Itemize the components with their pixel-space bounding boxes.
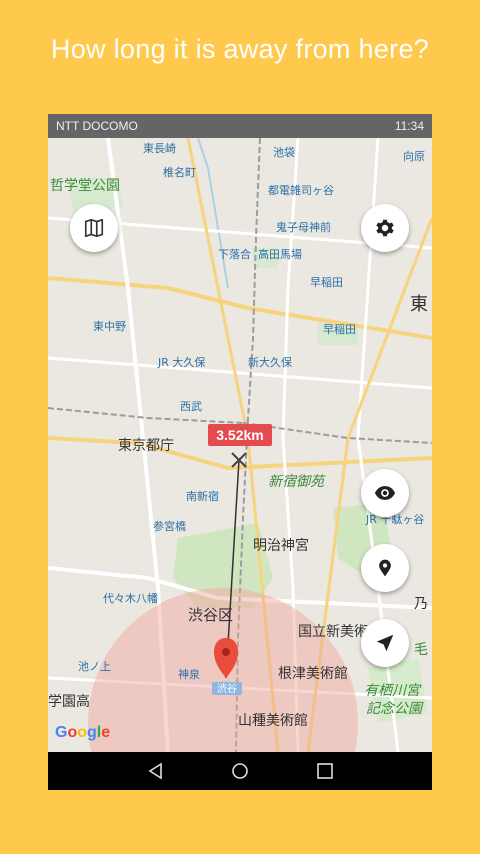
label-mukohara: 向原 [403, 149, 425, 163]
label-higashinakano: 東中野 [93, 320, 126, 333]
label-ikebukuro: 池袋 [273, 145, 295, 159]
label-tetsugakudo: 哲学堂公園 [50, 178, 120, 194]
map-button[interactable] [70, 204, 118, 252]
android-nav-bar [48, 752, 432, 790]
label-nogizaka: 乃 [414, 596, 428, 612]
label-nishiwaseda: 早稲田 [323, 323, 356, 336]
map-icon [84, 218, 104, 238]
label-minami-shinjuku: 南新宿 [186, 489, 219, 503]
location-pin-icon [379, 559, 391, 577]
label-ke: 毛 [414, 642, 428, 658]
label-yoyogi-hachiman: 代々木八幡 [103, 591, 158, 605]
label-shinjuku-gyoen: 新宿御苑 [268, 474, 326, 490]
label-shin-okubo: 新大久保 [248, 355, 292, 369]
settings-button[interactable] [361, 204, 409, 252]
label-ikenoue: 池ノ上 [78, 660, 111, 673]
carrier-name: NTT DOCOMO [56, 119, 138, 133]
recents-icon[interactable] [314, 761, 336, 781]
label-jr-okubo: JR 大久保 [157, 355, 205, 369]
headline: How long it is away from here? [50, 34, 430, 64]
label-higashi: 東 [410, 294, 428, 315]
label-shimoochiai: 下落合 [218, 247, 251, 261]
label-kinenkoen: 記念公園 [366, 701, 424, 717]
label-shibuya-ku: 渋谷区 [188, 606, 233, 624]
navigation-arrow-icon [376, 634, 394, 652]
google-attribution: Google [55, 724, 111, 741]
label-waseda: 早稲田 [310, 276, 343, 289]
label-sangubashi: 参宮橋 [153, 519, 186, 533]
label-shinsen: 神泉 [178, 667, 200, 681]
eye-icon [374, 486, 396, 500]
status-bar: NTT DOCOMO 11:34 [48, 114, 432, 138]
my-location-button[interactable] [361, 619, 409, 667]
label-shibuya-station: 渋谷 [217, 682, 237, 695]
label-kishibojin: 鬼子母神前 [276, 220, 331, 234]
label-yamatane: 山種美術館 [238, 712, 308, 729]
label-meiji-jingu: 明治神宮 [253, 538, 309, 554]
back-icon[interactable] [145, 761, 167, 781]
clock: 11:34 [394, 119, 424, 133]
label-shiinamachi: 椎名町 [163, 165, 196, 179]
label-tocho: 東京都庁 [118, 438, 174, 454]
label-gakuen: 学園高 [48, 693, 90, 710]
label-nezu: 根津美術館 [278, 665, 348, 682]
label-takadanobaba: 高田馬場 [258, 247, 302, 261]
pin-button[interactable] [361, 544, 409, 592]
label-seibu: 西武 [180, 400, 202, 413]
phone-screenshot: 3.52km 東長崎 椎名町 池袋 向原 都電雑司ヶ谷 鬼子母神前 下落合 高田… [48, 114, 432, 790]
label-arisugawa: 有栖川宮 [364, 683, 422, 699]
home-icon[interactable] [229, 761, 251, 781]
label-zoshigaya: 都電雑司ヶ谷 [268, 183, 334, 197]
distance-label: 3.52km [216, 427, 263, 443]
label-higashi-nagasaki: 東長崎 [143, 141, 176, 155]
label-kokuritsu: 国立新美術 [298, 624, 368, 640]
visibility-button[interactable] [361, 469, 409, 517]
gear-icon [376, 219, 394, 237]
